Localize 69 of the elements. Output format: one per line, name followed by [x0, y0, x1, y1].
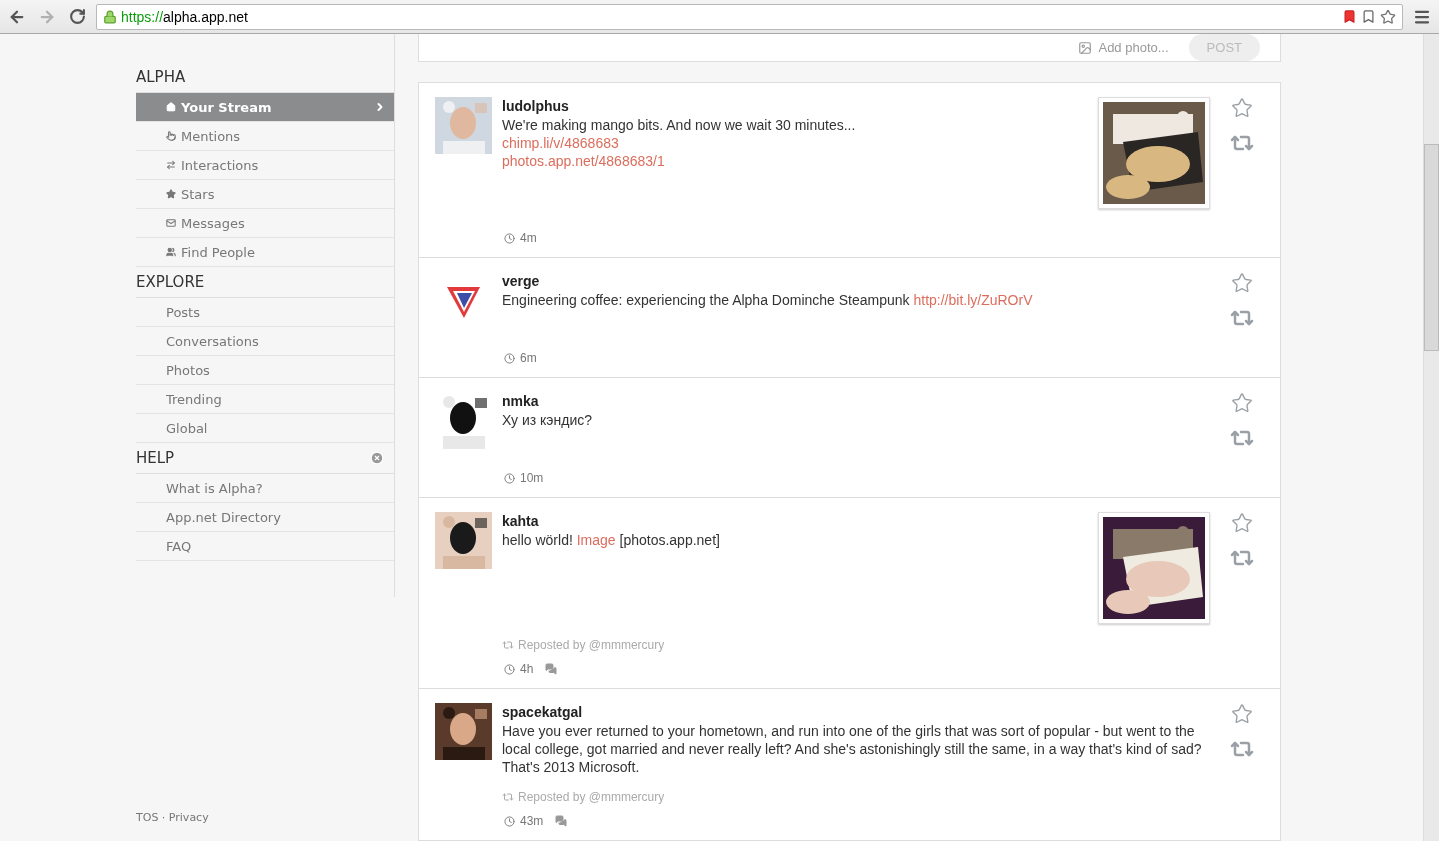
star-icon[interactable] — [1380, 8, 1396, 25]
sidebar-item[interactable]: Your Stream — [136, 93, 394, 122]
sidebar-item[interactable]: Find People — [136, 238, 394, 267]
post-time[interactable]: 10m — [504, 471, 544, 485]
sidebar-item[interactable]: Trending — [136, 385, 394, 414]
footer-links[interactable]: TOS · Privacy — [136, 811, 395, 824]
image-icon — [1078, 40, 1093, 55]
sidebar-item[interactable]: What is Alpha? — [136, 474, 394, 503]
bookmark-icon[interactable] — [1342, 9, 1357, 24]
sidebar-item[interactable]: FAQ — [136, 532, 394, 561]
post-link[interactable]: http://bit.ly/ZuROrV — [913, 292, 1033, 308]
sidebar-item[interactable]: Posts — [136, 298, 394, 327]
sidebar-item[interactable]: Conversations — [136, 327, 394, 356]
post-text: hello wörld! Image [photos.app.net] — [502, 531, 721, 549]
star-icon[interactable] — [1231, 512, 1253, 534]
sidebar-item[interactable]: Stars — [136, 180, 394, 209]
clock-icon — [504, 352, 515, 364]
section-title: EXPLORE — [136, 273, 205, 291]
post-text: Have you ever returned to your hometown, and run into one of the girls that was sort of popular - but went to the local college, got married and never really left? And she's astonishingly still the same, in a way that's kind of sad? That's 2013 Microsoft. — [502, 722, 1203, 776]
sidebar-item[interactable]: Mentions — [136, 122, 394, 151]
post-time[interactable]: 4m — [504, 231, 537, 245]
star-icon[interactable] — [1231, 97, 1253, 119]
pointing-hand-icon — [166, 131, 176, 141]
speech-bubbles-icon[interactable] — [545, 663, 558, 675]
sidebar-item[interactable]: Global — [136, 414, 394, 443]
sidebar-item[interactable]: App.net Directory — [136, 503, 394, 532]
post-text: Engineering coffee: experiencing the Alpha Dominche Steampunk http://bit.ly/ZuROrV — [502, 291, 1034, 309]
repost-note: Reposted by @mmmercury — [502, 638, 1210, 652]
section-title: HELP — [136, 449, 175, 467]
star-icon[interactable] — [1231, 703, 1253, 725]
username[interactable]: verge — [502, 273, 540, 289]
home-icon — [166, 102, 176, 112]
username[interactable]: ludolphus — [502, 98, 569, 114]
speech-bubbles-icon[interactable] — [555, 815, 568, 827]
post-text: We're making mango bits. And now we wait 30 minutes... — [502, 116, 857, 134]
envelope-icon — [166, 218, 176, 228]
post-time[interactable]: 4h — [504, 662, 534, 676]
clock-icon — [504, 663, 515, 675]
sidebar-item[interactable]: Photos — [136, 356, 394, 385]
repost-icon — [502, 791, 514, 803]
post-time[interactable]: 43m — [504, 814, 544, 828]
repost-note: Reposted by @mmmercury — [502, 790, 1210, 804]
url-text: https://alpha.app.net — [121, 8, 248, 25]
username[interactable]: spacekatgal — [502, 704, 583, 720]
sidebar-item[interactable]: Messages — [136, 209, 394, 238]
close-icon[interactable] — [370, 451, 384, 465]
star-icon — [166, 189, 176, 199]
post-text: Ху из кэндис? — [502, 411, 593, 429]
repost-icon — [502, 639, 514, 651]
clock-icon — [504, 472, 515, 484]
address-bar[interactable]: https://alpha.app.net — [96, 3, 1403, 30]
post-link[interactable]: chimp.li/v/4868683 — [502, 135, 619, 151]
clock-icon — [504, 815, 515, 827]
star-icon[interactable] — [1231, 392, 1253, 414]
bookmark-icon[interactable] — [1361, 9, 1376, 24]
post-time[interactable]: 6m — [504, 351, 537, 365]
scrollbar[interactable] — [1423, 34, 1439, 841]
add-photo-link[interactable]: Add photo... — [1078, 40, 1169, 55]
section-title: ALPHA — [136, 68, 186, 86]
people-icon — [166, 247, 176, 257]
clock-icon — [504, 232, 515, 244]
username[interactable]: kahta — [502, 513, 539, 529]
post-link[interactable]: photos.app.net/4868683/1 — [502, 153, 665, 169]
star-icon[interactable] — [1231, 272, 1253, 294]
post-link[interactable]: Image — [576, 532, 616, 548]
username[interactable]: nmka — [502, 393, 539, 409]
lock-icon — [103, 9, 117, 24]
sidebar-item[interactable]: Interactions — [136, 151, 394, 180]
arrows-icon — [166, 160, 176, 170]
